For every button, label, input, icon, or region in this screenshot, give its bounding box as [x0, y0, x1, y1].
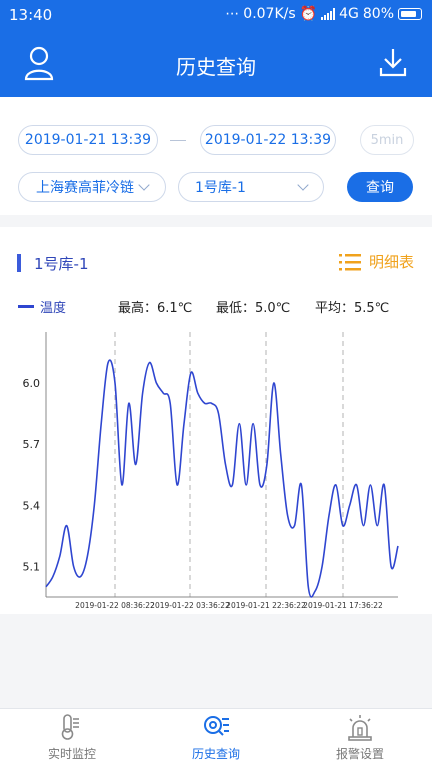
temperature-chart: 6.05.75.45.12019-01-22 08:36:222019-01-2…: [23, 332, 399, 610]
interval-text: 5min: [370, 132, 404, 148]
store-select[interactable]: 1号库-1: [178, 172, 324, 202]
range-separator: [170, 140, 186, 141]
battery-percent: 80%: [362, 6, 394, 22]
chevron-down-icon: [297, 179, 309, 191]
filter-panel: 2019-01-21 13:39 2019-01-22 13:39 5min 上…: [0, 97, 432, 215]
detail-label: 明细表: [368, 253, 414, 271]
alarm-clock-icon: ⏰: [299, 6, 318, 22]
tab-realtime[interactable]: 实时监控: [12, 713, 132, 767]
app-header: 历史查询: [0, 32, 432, 97]
end-time-picker[interactable]: 2019-01-22 13:39: [200, 125, 336, 155]
status-right: ⋯ 0.07K/s ⏰ 4G 80%: [225, 6, 422, 22]
tab-alarm-label: 报警设置: [335, 747, 384, 761]
store-accent-bar: [17, 254, 21, 272]
company-select[interactable]: 上海赛高菲冷链: [18, 172, 166, 202]
chevron-down-icon: [138, 179, 150, 191]
start-time-picker[interactable]: 2019-01-21 13:39: [18, 125, 158, 155]
x-tick-label: 2019-01-22 03:36:22: [150, 601, 230, 610]
store-text: 1号库-1: [195, 180, 246, 196]
series-line-temperature: [45, 359, 399, 598]
signal-icon: [321, 8, 336, 20]
y-tick-label: 5.4: [23, 499, 41, 512]
end-time-text: 2019-01-22 13:39: [204, 132, 332, 148]
status-time: 13:40: [9, 6, 53, 24]
thermometer-icon: [61, 714, 79, 740]
x-tick-label: 2019-01-21 22:36:22: [226, 601, 306, 610]
battery-icon: [398, 8, 422, 20]
alarm-icon: [348, 715, 372, 741]
status-dots: ⋯: [225, 6, 240, 22]
legend-label: 温度: [40, 301, 67, 316]
stats-row: 温度 最高：6.1℃ 最低：5.0℃ 平均：5.5℃: [18, 297, 418, 317]
download-icon[interactable]: [379, 46, 407, 78]
legend-swatch: [18, 305, 34, 308]
bottom-tab-bar: 实时监控 历史查询 报警设置: [0, 708, 432, 768]
company-text: 上海赛高菲冷链: [36, 180, 134, 196]
min-value: 最低：5.0℃: [216, 301, 291, 316]
list-icon: [338, 253, 361, 270]
search-list-icon: [204, 716, 229, 736]
x-tick-label: 2019-01-22 08:36:22: [75, 601, 155, 610]
avg-value: 平均：5.5℃: [315, 301, 390, 316]
interval-selector[interactable]: 5min: [360, 125, 414, 155]
x-tick-label: 2019-01-21 17:36:22: [303, 601, 383, 610]
chart-panel: 1号库-1 明细表 温度 最高：6.1℃ 最低：5.0℃ 平均：5.5℃ 6.0…: [0, 227, 432, 614]
query-button[interactable]: 查询: [347, 172, 413, 202]
y-tick-label: 5.1: [23, 560, 41, 573]
tab-realtime-label: 实时监控: [47, 747, 96, 761]
status-speed: 0.07K/s: [243, 6, 296, 22]
page-title: 历史查询: [176, 55, 256, 79]
start-time-text: 2019-01-21 13:39: [24, 132, 152, 148]
max-value: 最高：6.1℃: [118, 301, 193, 316]
y-tick-label: 5.7: [23, 438, 41, 451]
detail-table-button[interactable]: 明细表: [338, 251, 414, 272]
tab-history[interactable]: 历史查询: [156, 713, 276, 767]
y-tick-label: 6.0: [23, 377, 41, 390]
status-bar: 13:40 ⋯ 0.07K/s ⏰ 4G 80%: [0, 0, 432, 32]
store-title: 1号库-1: [34, 255, 89, 273]
tab-history-label: 历史查询: [191, 747, 240, 761]
tab-alarm[interactable]: 报警设置: [300, 713, 420, 767]
network-label: 4G: [339, 6, 359, 22]
